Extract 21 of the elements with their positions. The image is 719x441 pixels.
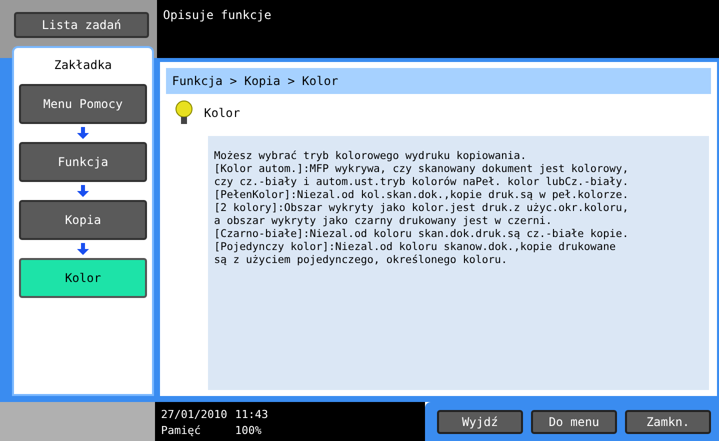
footer-button[interactable]: Do menu bbox=[531, 410, 617, 434]
job-list-button[interactable]: Lista zadań bbox=[14, 12, 149, 38]
sidebar-tab[interactable]: Zakładka bbox=[54, 56, 112, 74]
sidebar-item[interactable]: Kolor bbox=[19, 258, 147, 298]
light-bulb-icon bbox=[174, 100, 194, 126]
date-text: 27/01/2010 bbox=[161, 409, 228, 423]
footer-button[interactable]: Wyjdź bbox=[437, 410, 523, 434]
memory-value: 100% bbox=[235, 425, 262, 439]
down-arrow-icon bbox=[77, 127, 89, 139]
sidebar-item[interactable]: Kopia bbox=[19, 200, 147, 240]
sidebar-item[interactable]: Menu Pomocy bbox=[19, 84, 147, 124]
breadcrumb: Funkcja > Kopia > Kolor bbox=[166, 68, 711, 94]
topic-title: Kolor bbox=[204, 105, 240, 122]
sidebar-item[interactable]: Funkcja bbox=[19, 142, 147, 182]
window-title: Opisuje funkcje bbox=[162, 7, 272, 24]
time-text: 11:43 bbox=[235, 409, 270, 423]
down-arrow-icon bbox=[77, 243, 89, 255]
footer-button[interactable]: Zamkn. bbox=[625, 410, 711, 434]
down-arrow-icon bbox=[77, 185, 89, 197]
description-text: Możesz wybrać tryb kolorowego wydruku kopiowania. [Kolor autom.]:MFP wykrywa, czy skanowany dokument jest kolorowy, czy cz.-biały i autom.ust.tryb kolorów naPeł. kolor lubCz.-biały. [PełenKolor]:Niezal.od kol.skan.dok.,kopie druk.są w peł.kolorze. [2 kolory]:Obszar wykryty jako kolor.jest druk.z użyc.okr.koloru, a obszar wykryty jako czarny drukowany jest w czerni. [Czarno-białe]:Niezal.od koloru skan.dok.druk.są cz.-białe kopie. [Pojedynczy kolor]:Niezal.od koloru skanow.dok.,kopie drukowane są z użyciem pojedynczego, określonego koloru. bbox=[214, 150, 630, 267]
memory-label: Pamięć bbox=[161, 425, 202, 439]
